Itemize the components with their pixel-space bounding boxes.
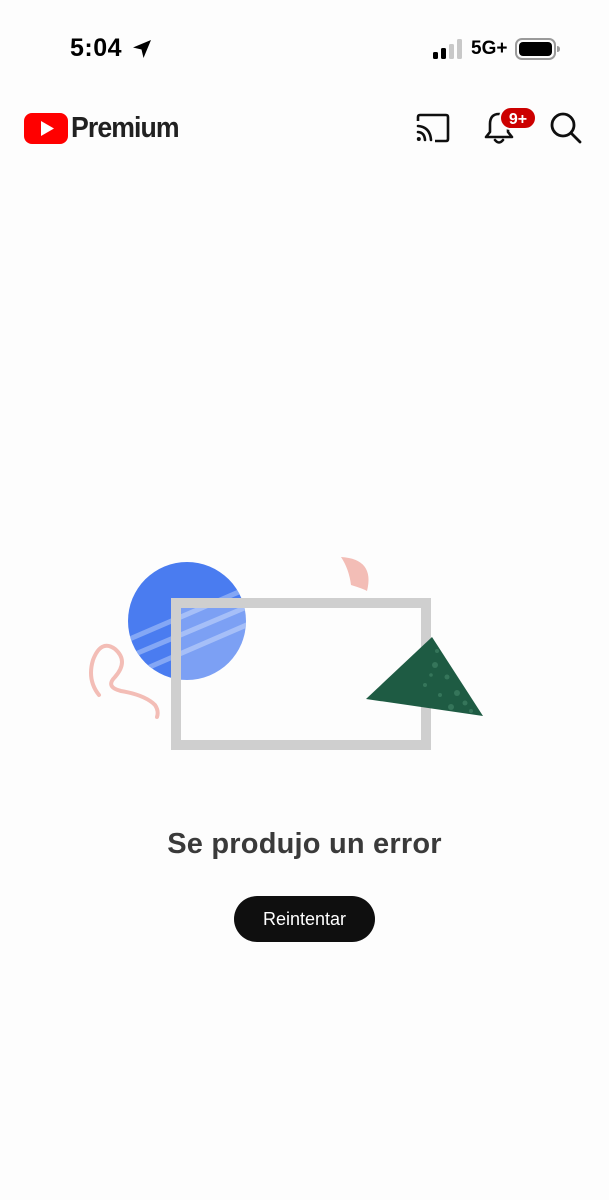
- youtube-logo-icon: [24, 112, 68, 144]
- cast-icon: [416, 113, 450, 143]
- pink-half-moon: [341, 557, 369, 591]
- notification-badge: 9+: [499, 106, 537, 130]
- error-illustration: [89, 557, 483, 750]
- battery-icon: [515, 38, 560, 60]
- retry-button[interactable]: Reintentar: [234, 896, 375, 942]
- location-arrow-icon: [133, 40, 151, 58]
- cast-button[interactable]: [413, 108, 453, 148]
- status-bar: 5:04 5G+: [0, 0, 609, 100]
- search-button[interactable]: [546, 108, 586, 148]
- youtube-premium-logo[interactable]: Premium: [24, 111, 188, 145]
- signal-bars-icon: [433, 39, 462, 59]
- search-icon: [550, 112, 582, 144]
- brand-name: Premium: [71, 111, 180, 144]
- app-header: Premium 9+: [0, 100, 609, 160]
- network-type: 5G+: [471, 38, 508, 59]
- status-time: 5:04: [70, 34, 123, 62]
- error-message: Se produjo un error: [167, 828, 442, 860]
- app-screen: 5:04 5G+ Premium 9+ Se produjo un error …: [0, 0, 609, 1200]
